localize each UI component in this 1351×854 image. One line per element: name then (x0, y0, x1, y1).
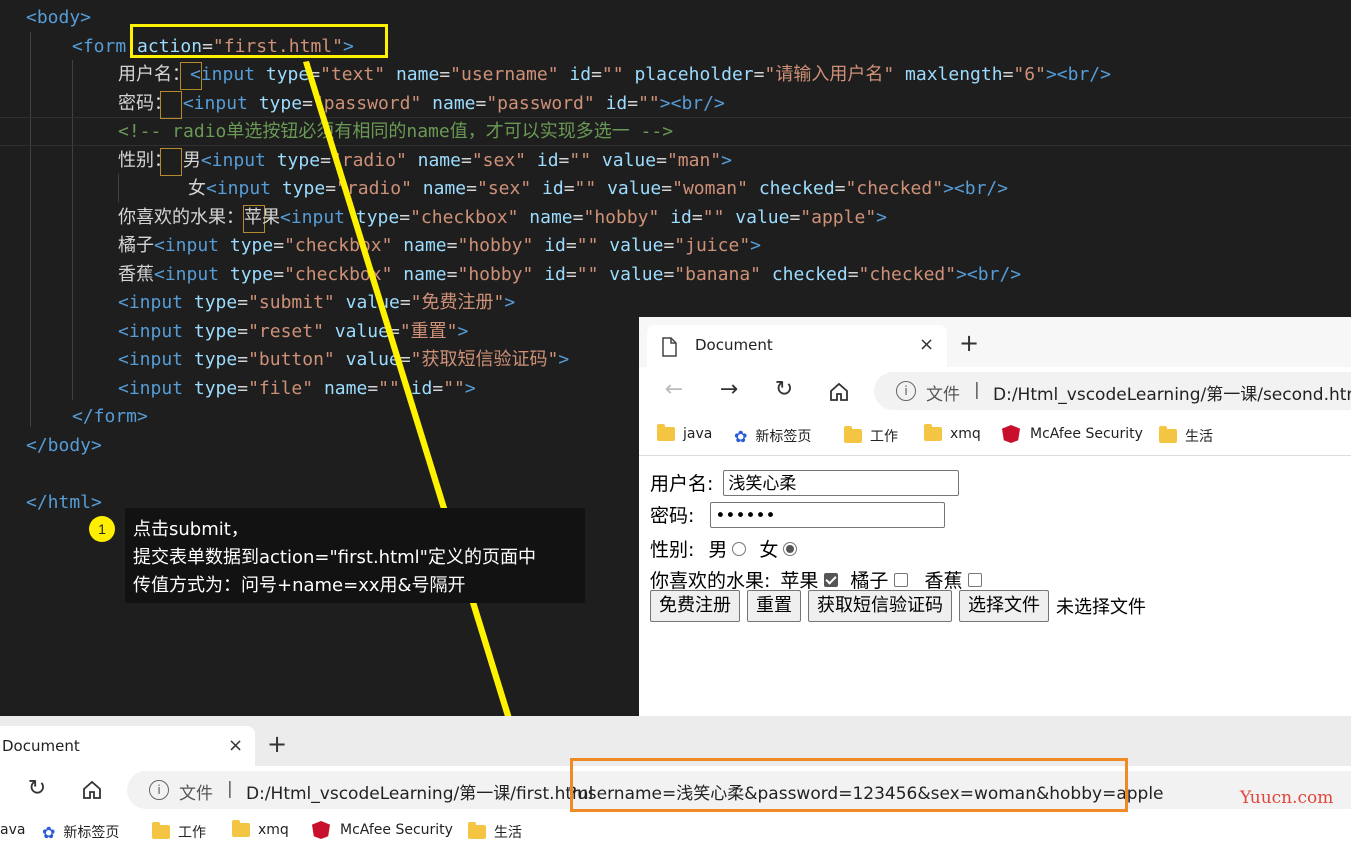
submit-button[interactable]: 免费注册 (650, 590, 740, 622)
fruit-label: 你喜欢的水果: (650, 570, 771, 592)
address-url: D:/Html_vscodeLearning/第一课/second.html (993, 385, 1351, 405)
address-separator: | (227, 779, 233, 799)
orange-label: 橘子 (850, 570, 889, 592)
choose-file-button[interactable]: 选择文件 (959, 590, 1049, 622)
bookmark-label: 新标签页 (755, 429, 812, 445)
username-label: 用户名: (650, 473, 714, 495)
info-icon: i (896, 381, 916, 401)
password-input[interactable]: •••••• (710, 501, 946, 528)
bookmark-xmq[interactable]: xmq (232, 820, 289, 838)
female-label: 女 (759, 539, 779, 561)
folder-icon (152, 822, 170, 839)
bookmark-java[interactable]: java (657, 424, 713, 442)
folder-icon (657, 424, 675, 441)
forward-arrow-icon[interactable]: → (714, 377, 744, 402)
info-icon: i (149, 780, 169, 800)
bookmark-label: McAfee Security (340, 822, 453, 838)
close-tab-icon[interactable]: × (919, 334, 934, 355)
password-label: 密码: (650, 505, 695, 527)
bookmark-label: 生活 (494, 825, 522, 841)
sex-label: 性别: (650, 539, 695, 561)
tab-document[interactable]: Document × (0, 726, 255, 766)
buttons-row: 免费注册 重置 获取短信验证码 选择文件 未选择文件 (650, 590, 1146, 622)
close-tab-icon[interactable]: × (228, 735, 243, 756)
back-arrow-icon[interactable]: ← (659, 377, 689, 402)
browser-window-second: Document × + ← → ↻ i 文件 | D:/Html_vscode… (639, 317, 1351, 716)
baidu-paw-icon: ✿ (42, 822, 56, 842)
annotation-line: 传值方式为：问号+name=xx用&号隔开 (133, 575, 466, 596)
baidu-paw-icon: ✿ (734, 426, 748, 446)
bookmark-label: xmq (950, 426, 981, 442)
file-scheme-label: 文件 (179, 784, 213, 804)
male-label: 男 (708, 539, 728, 561)
folder-icon (468, 822, 486, 839)
annotation-tooltip: 点击submit， 提交表单数据到action="first.html"定义的页… (125, 508, 585, 603)
new-tab-icon[interactable]: + (267, 730, 287, 758)
page-icon (662, 337, 677, 357)
bookmark-label: 生活 (1185, 429, 1213, 445)
home-icon[interactable] (828, 381, 850, 403)
bookmark-label: 新标签页 (63, 825, 120, 841)
bookmark-work[interactable]: 工作 (844, 426, 898, 446)
male-radio[interactable] (732, 541, 747, 556)
address-bar[interactable]: i 文件 | D:/Html_vscodeLearning/第一课/second… (874, 372, 1351, 410)
bookmarks-bar: java ✿ 新标签页 工作 xmq McAfee Security 生活 (639, 417, 1351, 456)
address-url-path: D:/Html_vscodeLearning/第一课/first.html (246, 784, 594, 804)
file-scheme-label: 文件 (926, 385, 960, 405)
folder-icon (1159, 426, 1177, 443)
bookmark-new-tab[interactable]: ✿ 新标签页 (42, 822, 119, 842)
tab-title: Document (695, 336, 773, 354)
bookmark-new-tab[interactable]: ✿ 新标签页 (734, 426, 811, 446)
bookmark-life[interactable]: 生活 (1159, 426, 1213, 446)
mcafee-icon (1002, 425, 1020, 443)
reset-button[interactable]: 重置 (747, 590, 801, 622)
sms-code-button[interactable]: 获取短信验证码 (808, 590, 952, 622)
bookmark-label: java (683, 426, 713, 442)
bookmark-label: 工作 (870, 429, 898, 445)
bookmark-label: xmq (258, 822, 289, 838)
fruit-row: 你喜欢的水果: 苹果 橘子 香蕉 (650, 566, 988, 593)
bookmark-mcafee[interactable]: McAfee Security (312, 821, 453, 839)
watermark: Yuucn.com (1240, 788, 1334, 808)
folder-icon (924, 424, 942, 441)
username-row: 用户名: 浅笑心柔 (650, 469, 960, 496)
bookmark-xmq[interactable]: xmq (924, 424, 981, 442)
address-separator: | (974, 380, 980, 400)
tab-document[interactable]: Document × (647, 325, 947, 367)
file-status: 未选择文件 (1056, 597, 1146, 618)
refresh-icon[interactable]: ↻ (769, 377, 799, 402)
mcafee-icon (312, 821, 330, 839)
step-badge: 1 (89, 516, 115, 542)
sex-row: 性别: 男 女 (650, 535, 802, 562)
password-row: 密码: •••••• (650, 501, 946, 528)
banana-checkbox[interactable] (968, 572, 983, 587)
username-input[interactable]: 浅笑心柔 (723, 469, 960, 496)
annotation-line: 点击submit， (133, 519, 249, 540)
annotation-line: 提交表单数据到action="first.html"定义的页面中 (133, 547, 536, 568)
refresh-icon[interactable]: ↻ (22, 776, 52, 801)
banana-label: 香蕉 (924, 570, 963, 592)
query-string-highlight-box (570, 758, 1128, 812)
new-tab-icon[interactable]: + (959, 329, 979, 357)
orange-checkbox[interactable] (894, 572, 909, 587)
tab-bar: Document × + (639, 317, 1351, 367)
bookmark-work[interactable]: 工作 (152, 822, 206, 842)
apple-checkbox[interactable] (824, 572, 839, 587)
bookmarks-bar: ava ✿ 新标签页 工作 xmq McAfee Security 生活 (0, 814, 1351, 854)
folder-icon (232, 820, 250, 837)
apple-label: 苹果 (780, 570, 819, 592)
bookmark-label: ava (0, 822, 26, 838)
home-icon[interactable] (81, 779, 103, 801)
tab-title: Document (2, 737, 80, 755)
bookmark-label: McAfee Security (1030, 426, 1143, 442)
bookmark-mcafee[interactable]: McAfee Security (1002, 425, 1143, 443)
bookmark-label: 工作 (178, 825, 206, 841)
folder-icon (844, 426, 862, 443)
bookmark-java[interactable]: ava (0, 822, 25, 838)
female-radio[interactable] (783, 541, 798, 556)
bookmark-life[interactable]: 生活 (468, 822, 522, 842)
page-content: 用户名: 浅笑心柔 密码: •••••• 性别: 男 女 你喜欢的水果: 苹果 … (639, 456, 1351, 716)
